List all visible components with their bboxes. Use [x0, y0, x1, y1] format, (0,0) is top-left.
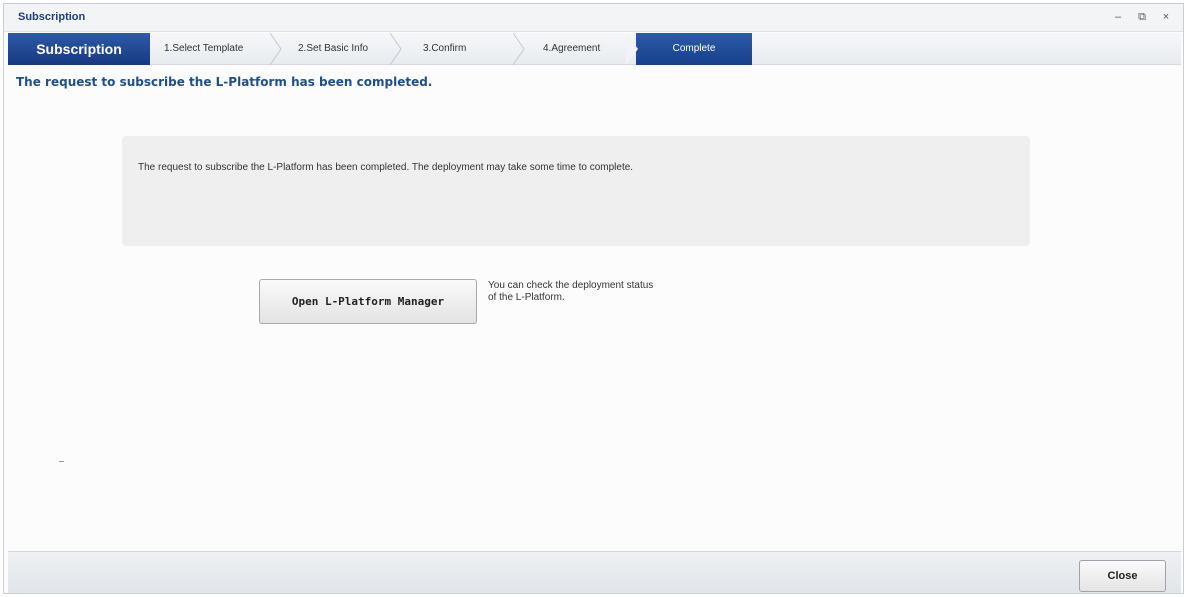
window-title: Subscription — [18, 11, 86, 23]
step-select-template: 1.Select Template — [164, 43, 244, 54]
step-separator-chevron-icon — [513, 33, 525, 65]
page-headline: The request to subscribe the L-Platform … — [16, 75, 433, 89]
restore-icon[interactable]: ⧉ — [1135, 10, 1149, 24]
step-navigation: Subscription 1.Select Template 2.Set Bas… — [8, 33, 1181, 65]
step-agreement: 4.Agreement — [543, 43, 601, 54]
step-confirm: 3.Confirm — [423, 43, 467, 54]
message-panel: The request to subscribe the L-Platform … — [122, 136, 1030, 246]
step-separator-chevron-icon — [390, 33, 402, 65]
close-icon[interactable]: × — [1159, 10, 1173, 24]
subscription-window: Subscription – ⧉ × Subscription 1.Select… — [3, 3, 1184, 594]
step-active-chevron-icon — [626, 33, 638, 65]
decorative-mark — [59, 461, 64, 462]
title-bar: Subscription – ⧉ × — [4, 4, 1183, 32]
step-set-basic-info: 2.Set Basic Info — [298, 43, 369, 54]
help-text-line: of the L-Platform. — [488, 292, 565, 303]
help-text-line: You can check the deployment status — [488, 280, 654, 291]
close-button[interactable]: Close — [1079, 560, 1166, 592]
completion-message: The request to subscribe the L-Platform … — [138, 162, 634, 173]
step-separator-chevron-icon — [270, 33, 282, 65]
footer-bar: Close — [8, 551, 1181, 593]
open-l-platform-manager-button[interactable]: Open L-Platform Manager — [259, 279, 477, 324]
window-controls: – ⧉ × — [1111, 10, 1173, 24]
open-manager-help-text: You can check the deployment status of t… — [488, 280, 718, 304]
step-subscription: Subscription — [8, 33, 150, 65]
minimize-icon[interactable]: – — [1111, 10, 1125, 24]
step-complete: Complete — [636, 33, 752, 65]
